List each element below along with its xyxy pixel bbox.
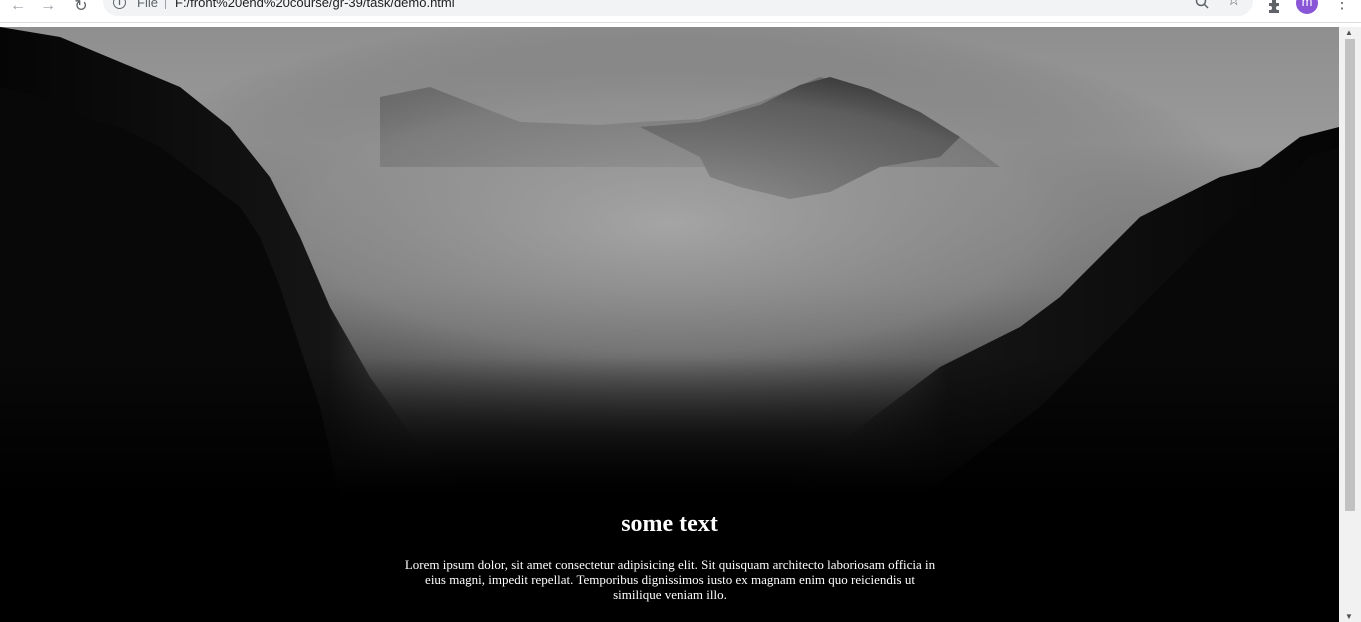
bookmark-star-icon[interactable]: ☆	[1227, 0, 1240, 8]
page-scrollbar[interactable]: ▲ ▼	[1339, 27, 1361, 622]
hero-image	[0, 27, 1339, 497]
address-bar[interactable]: i File F:/front%20end%20course/gr-39/tas…	[103, 0, 1253, 16]
scroll-thumb[interactable]	[1345, 39, 1355, 511]
menu-kebab-icon[interactable]: ⋮	[1334, 0, 1350, 12]
back-arrow-icon[interactable]: ←	[8, 0, 28, 16]
page-heading: some text	[621, 511, 718, 537]
scheme-label: File	[137, 0, 158, 10]
browser-toolbar: ← → ↻ i File F:/front%20end%20course/gr-…	[0, 0, 1361, 23]
page-paragraph: Lorem ipsum dolor, sit amet consectetur …	[404, 557, 936, 602]
scroll-down-arrow-icon[interactable]: ▼	[1345, 612, 1353, 621]
reload-icon[interactable]: ↻	[71, 0, 91, 16]
url-text[interactable]: F:/front%20end%20course/gr-39/task/demo.…	[175, 0, 455, 10]
page-viewport: some text Lorem ipsum dolor, sit amet co…	[0, 27, 1339, 622]
scroll-up-arrow-icon[interactable]: ▲	[1345, 28, 1353, 37]
zoom-icon[interactable]	[1195, 0, 1209, 9]
profile-avatar[interactable]: m	[1296, 0, 1318, 14]
info-icon[interactable]: i	[113, 0, 126, 9]
content-section: some text Lorem ipsum dolor, sit amet co…	[0, 497, 1339, 622]
extensions-icon[interactable]	[1266, 0, 1284, 14]
divider	[165, 0, 166, 9]
forward-arrow-icon[interactable]: →	[38, 0, 58, 16]
